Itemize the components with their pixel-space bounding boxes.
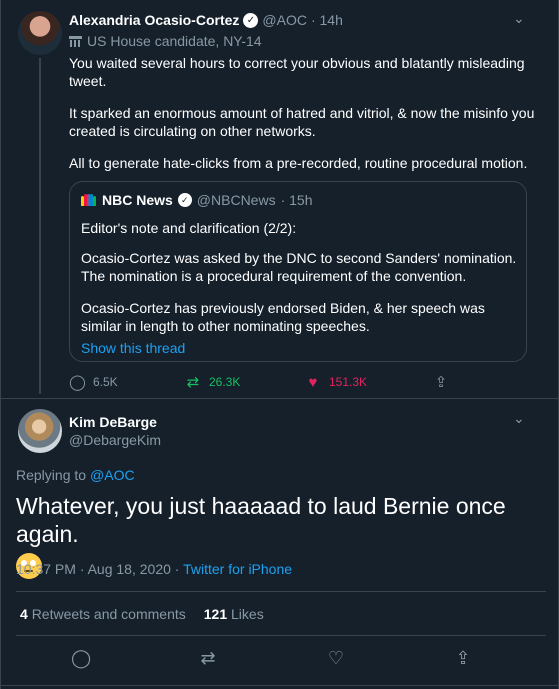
tweet-header: Kim DeBarge (69, 414, 157, 430)
quoted-text-paragraph: Ocasio-Cortez has previously endorsed Bi… (81, 300, 485, 334)
timeline-frame: Alexandria Ocasio-Cortez ✓ @AOC · 14h ⌄ … (0, 0, 559, 689)
tweet-stats: 4 Retweets and comments 121 Likes (20, 606, 264, 622)
likes-stat[interactable]: 121 Likes (204, 606, 264, 622)
tweet-text-paragraph: You waited several hours to correct your… (69, 55, 525, 89)
heart-icon: ♥ (308, 373, 318, 391)
share-icon: ⇪ (434, 374, 448, 391)
tweet-text-paragraph: It sparked an enormous amount of hatred … (69, 105, 535, 139)
divider (1, 685, 559, 686)
divider (1, 398, 559, 399)
account-label: US House candidate, NY-14 (69, 33, 262, 49)
tweet-actions: ◯ ⇄ ♡ ⇪ (1, 648, 559, 670)
retweet-icon[interactable]: ⇄ (198, 648, 218, 669)
tweet-time[interactable]: · 14h (311, 12, 343, 28)
retweet-count: 26.3K (209, 375, 241, 389)
reply-icon: ◯ (69, 374, 86, 391)
tweet-source[interactable]: Twitter for iPhone (183, 561, 292, 577)
retweets-count: 4 (20, 606, 28, 622)
quoted-author-handle: @NBCNews (196, 192, 276, 208)
likes-count: 121 (203, 606, 228, 622)
nbc-peacock-icon (81, 194, 97, 206)
reply-button[interactable]: ◯ 6.5K (69, 373, 185, 391)
author-name[interactable]: Kim DeBarge (69, 414, 157, 430)
quoted-author-name: NBC News (102, 192, 173, 208)
avatar[interactable] (18, 409, 62, 453)
chevron-down-icon[interactable]: ⌄ (513, 410, 525, 427)
share-button[interactable]: ⇪ (433, 373, 449, 391)
likes-label: Likes (231, 606, 264, 622)
tweet-meta: 10:37 PM · Aug 18, 2020 · Twitter for iP… (16, 561, 292, 577)
quoted-tweet[interactable]: NBC News ✓ @NBCNews · 15h Editor's note … (69, 181, 527, 362)
share-icon[interactable]: ⇪ (453, 648, 473, 669)
retweet-icon: ⇄ (186, 374, 200, 391)
like-count: 151.3K (329, 375, 368, 389)
tweet-timestamp[interactable]: 10:37 PM · Aug 18, 2020 · (16, 561, 179, 577)
avatar[interactable] (18, 11, 62, 55)
replying-to-handle[interactable]: @AOC (90, 467, 135, 483)
divider (16, 591, 546, 592)
divider (16, 635, 546, 636)
author-name[interactable]: Alexandria Ocasio-Cortez (69, 12, 239, 28)
heart-outline-icon[interactable]: ♡ (326, 648, 346, 669)
replying-to: Replying to @AOC (16, 467, 135, 483)
thread-line (39, 58, 41, 394)
author-handle[interactable]: @DebargeKim (69, 432, 161, 448)
tweet-actions: ◯ 6.5K ⇄ 26.3K ♥ 151.3K ⇪ (69, 373, 449, 392)
quoted-text-paragraph: Editor's note and clarification (2/2): (81, 220, 297, 236)
author-handle[interactable]: @AOC (262, 12, 307, 28)
show-thread-link[interactable]: Show this thread (81, 339, 521, 357)
quoted-tweet-header: NBC News ✓ @NBCNews · 15h (81, 192, 313, 208)
reply-count: 6.5K (93, 375, 118, 389)
retweets-label: Retweets and comments (31, 606, 186, 622)
reply-icon[interactable]: ◯ (71, 648, 91, 669)
verified-badge-icon: ✓ (243, 12, 259, 28)
quoted-text-paragraph: Ocasio-Cortez was asked by the DNC to se… (81, 250, 517, 284)
author-handle-row: @DebargeKim (69, 432, 161, 448)
account-label-text: US House candidate, NY-14 (87, 33, 262, 49)
retweet-button[interactable]: ⇄ 26.3K (185, 373, 305, 391)
tweet-header: Alexandria Ocasio-Cortez ✓ @AOC · 14h (69, 12, 343, 28)
quoted-tweet-time: · 15h (280, 192, 313, 208)
government-building-icon (69, 35, 82, 47)
retweets-stat[interactable]: 4 Retweets and comments (20, 606, 186, 622)
verified-badge-icon: ✓ (177, 193, 192, 207)
tweet-text-content: Whatever, you just haaaaad to laud Berni… (16, 493, 506, 547)
chevron-down-icon[interactable]: ⌄ (513, 10, 525, 27)
like-button[interactable]: ♥ 151.3K (305, 374, 433, 391)
replying-to-label: Replying to (16, 467, 87, 483)
tweet-text-paragraph: All to generate hate-clicks from a pre-r… (69, 155, 528, 171)
